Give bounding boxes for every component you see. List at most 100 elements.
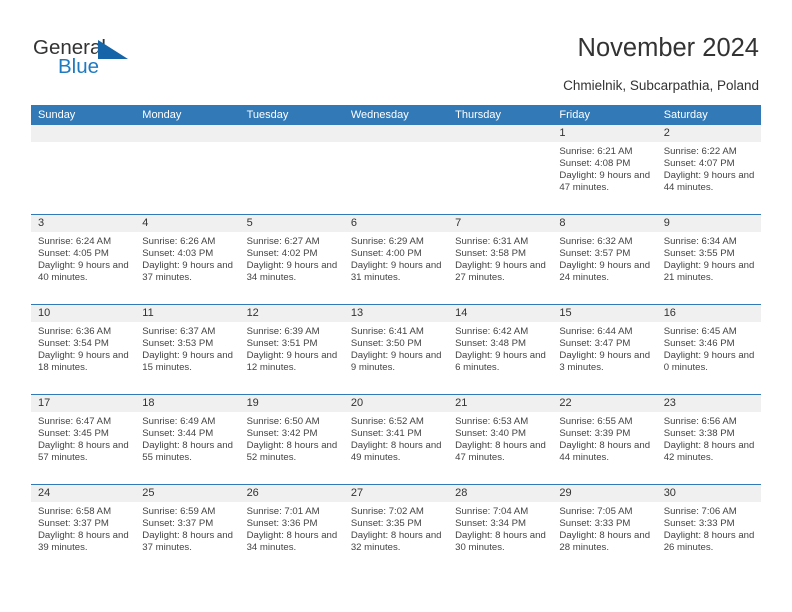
calendar-week-row: 10 Sunrise: 6:36 AM Sunset: 3:54 PM Dayligh… <box>31 304 761 394</box>
calendar-day-cell[interactable]: 21 Sunrise: 6:53 AM Sunset: 3:40 PM Dayligh… <box>448 395 553 484</box>
day-sun-details: Sunrise: 6:31 AM Sunset: 3:58 PM Daylight:… <box>448 232 552 284</box>
calendar-day-cell[interactable]: 13 Sunrise: 6:41 AM Sunset: 3:50 PM Dayligh… <box>343 305 449 394</box>
day-number: 2 <box>656 125 761 142</box>
page-subtitle-location: Chmielnik, Subcarpathia, Poland <box>563 78 759 93</box>
calendar-day-cell[interactable]: 7 Sunrise: 6:31 AM Sunset: 3:58 PM Daylight… <box>448 215 553 304</box>
calendar-day-cell[interactable]: 2 Sunrise: 6:22 AM Sunset: 4:07 PM Daylight… <box>656 125 761 214</box>
calendar-day-cell[interactable]: 8 Sunrise: 6:32 AM Sunset: 3:57 PM Daylight… <box>552 215 657 304</box>
daylight-text: Daylight: 9 hours and 40 minutes. <box>38 260 129 284</box>
calendar-day-cell[interactable]: 17 Sunrise: 6:47 AM Sunset: 3:45 PM Dayligh… <box>31 395 136 484</box>
sunrise-text: Sunrise: 6:41 AM <box>350 326 424 337</box>
calendar-day-cell[interactable]: 18 Sunrise: 6:49 AM Sunset: 3:44 PM Dayligh… <box>135 395 240 484</box>
weekday-wednesday: Wednesday <box>350 109 409 121</box>
calendar-page: General Blue November 2024 Chmielnik, Su… <box>0 0 792 612</box>
calendar-day-cell[interactable]: 26 Sunrise: 7:01 AM Sunset: 3:36 PM Dayligh… <box>239 485 344 574</box>
sunrise-text: Sunrise: 7:02 AM <box>350 506 424 517</box>
sunrise-text: Sunrise: 6:24 AM <box>38 236 112 247</box>
calendar-week-row: 17 Sunrise: 6:47 AM Sunset: 3:45 PM Dayligh… <box>31 394 761 484</box>
day-sun-details: Sunrise: 6:44 AM Sunset: 3:47 PM Daylight:… <box>552 322 656 374</box>
day-sun-details: Sunrise: 6:47 AM Sunset: 3:45 PM Daylight:… <box>31 412 135 464</box>
calendar-day-cell[interactable]: 11 Sunrise: 6:37 AM Sunset: 3:53 PM Dayligh… <box>135 305 240 394</box>
day-number: 19 <box>239 395 344 412</box>
calendar-day-cell[interactable]: 30 Sunrise: 7:06 AM Sunset: 3:33 PM Dayligh… <box>656 485 761 574</box>
day-number: 26 <box>239 485 344 502</box>
calendar-day-cell[interactable]: 16 Sunrise: 6:45 AM Sunset: 3:46 PM Dayligh… <box>656 305 761 394</box>
calendar-table: Sunday Monday Tuesday Wednesday Thursday… <box>31 105 761 574</box>
calendar-day-cell[interactable]: 27 Sunrise: 7:02 AM Sunset: 3:35 PM Dayligh… <box>343 485 449 574</box>
calendar-day-cell-empty <box>31 125 136 214</box>
calendar-day-cell[interactable]: 10 Sunrise: 6:36 AM Sunset: 3:54 PM Dayligh… <box>31 305 136 394</box>
calendar-week-row: 24 Sunrise: 6:58 AM Sunset: 3:37 PM Dayligh… <box>31 484 761 574</box>
calendar-day-cell[interactable]: 22 Sunrise: 6:55 AM Sunset: 3:39 PM Dayligh… <box>552 395 657 484</box>
sunrise-text: Sunrise: 6:50 AM <box>246 416 320 427</box>
sunset-text: Sunset: 3:41 PM <box>350 428 422 440</box>
day-sun-details: Sunrise: 6:37 AM Sunset: 3:53 PM Daylight:… <box>135 322 239 374</box>
sunset-text: Sunset: 3:55 PM <box>663 248 735 260</box>
calendar-day-cell[interactable]: 29 Sunrise: 7:05 AM Sunset: 3:33 PM Dayligh… <box>552 485 657 574</box>
day-number: 14 <box>448 305 553 322</box>
calendar-day-cell[interactable]: 5 Sunrise: 6:27 AM Sunset: 4:02 PM Daylight… <box>239 215 344 304</box>
sunrise-text: Sunrise: 6:58 AM <box>38 506 112 517</box>
daylight-text: Daylight: 9 hours and 27 minutes. <box>455 260 546 284</box>
day-number: 29 <box>552 485 657 502</box>
calendar-day-cell[interactable]: 1 Sunrise: 6:21 AM Sunset: 4:08 PM Daylight… <box>552 125 657 214</box>
calendar-day-cell[interactable]: 6 Sunrise: 6:29 AM Sunset: 4:00 PM Daylight… <box>343 215 449 304</box>
day-number: 20 <box>343 395 449 412</box>
sunrise-text: Sunrise: 6:55 AM <box>559 416 633 427</box>
daylight-text: Daylight: 9 hours and 9 minutes. <box>350 350 442 374</box>
day-number: 9 <box>656 215 761 232</box>
day-number: 25 <box>135 485 240 502</box>
calendar-day-cell[interactable]: 14 Sunrise: 6:42 AM Sunset: 3:48 PM Dayligh… <box>448 305 553 394</box>
sunrise-text: Sunrise: 6:34 AM <box>663 236 737 247</box>
calendar-day-cell[interactable]: 28 Sunrise: 7:04 AM Sunset: 3:34 PM Dayligh… <box>448 485 553 574</box>
logo-triangle-icon <box>98 40 128 59</box>
sunrise-text: Sunrise: 6:29 AM <box>350 236 424 247</box>
calendar-day-cell[interactable]: 19 Sunrise: 6:50 AM Sunset: 3:42 PM Dayligh… <box>239 395 344 484</box>
sunset-text: Sunset: 4:00 PM <box>350 248 422 260</box>
day-number: 27 <box>343 485 449 502</box>
day-sun-details: Sunrise: 6:36 AM Sunset: 3:54 PM Daylight:… <box>31 322 135 374</box>
day-sun-details: Sunrise: 6:22 AM Sunset: 4:07 PM Daylight:… <box>657 142 761 194</box>
day-sun-details: Sunrise: 6:55 AM Sunset: 3:39 PM Daylight:… <box>552 412 656 464</box>
sunset-text: Sunset: 3:42 PM <box>246 428 318 440</box>
calendar-day-cell[interactable]: 25 Sunrise: 6:59 AM Sunset: 3:37 PM Dayligh… <box>135 485 240 574</box>
sunset-text: Sunset: 3:33 PM <box>663 518 735 530</box>
sunrise-text: Sunrise: 7:04 AM <box>455 506 529 517</box>
day-sun-details: Sunrise: 6:26 AM Sunset: 4:03 PM Daylight:… <box>135 232 239 284</box>
sunset-text: Sunset: 3:39 PM <box>559 428 631 440</box>
day-sun-details: Sunrise: 6:41 AM Sunset: 3:50 PM Daylight:… <box>344 322 448 374</box>
day-number: 12 <box>239 305 344 322</box>
day-number: 21 <box>448 395 553 412</box>
sunset-text: Sunset: 3:53 PM <box>142 338 214 350</box>
sunrise-text: Sunrise: 6:36 AM <box>38 326 112 337</box>
weekday-tuesday: Tuesday <box>246 109 289 121</box>
day-sun-details: Sunrise: 6:45 AM Sunset: 3:46 PM Daylight:… <box>657 322 761 374</box>
daylight-text: Daylight: 8 hours and 52 minutes. <box>246 440 338 464</box>
calendar-day-cell[interactable]: 3 Sunrise: 6:24 AM Sunset: 4:05 PM Daylight… <box>31 215 136 304</box>
day-number <box>31 125 136 142</box>
weekday-monday: Monday <box>142 109 182 121</box>
daylight-text: Daylight: 9 hours and 0 minutes. <box>663 350 755 374</box>
calendar-day-cell[interactable]: 20 Sunrise: 6:52 AM Sunset: 3:41 PM Dayligh… <box>343 395 449 484</box>
calendar-day-cell[interactable]: 4 Sunrise: 6:26 AM Sunset: 4:03 PM Daylight… <box>135 215 240 304</box>
day-number: 6 <box>343 215 449 232</box>
day-number: 8 <box>552 215 657 232</box>
day-sun-details: Sunrise: 6:42 AM Sunset: 3:48 PM Daylight:… <box>448 322 552 374</box>
sunrise-text: Sunrise: 7:01 AM <box>246 506 320 517</box>
calendar-day-cell-empty <box>448 125 553 214</box>
calendar-day-cell[interactable]: 23 Sunrise: 6:56 AM Sunset: 3:38 PM Dayligh… <box>656 395 761 484</box>
generalblue-logo[interactable]: General Blue <box>33 37 213 85</box>
day-number: 24 <box>31 485 136 502</box>
calendar-day-cell[interactable]: 9 Sunrise: 6:34 AM Sunset: 3:55 PM Daylight… <box>656 215 761 304</box>
day-number: 5 <box>239 215 344 232</box>
calendar-day-cell[interactable]: 15 Sunrise: 6:44 AM Sunset: 3:47 PM Dayligh… <box>552 305 657 394</box>
sunset-text: Sunset: 3:45 PM <box>38 428 109 440</box>
sunset-text: Sunset: 3:47 PM <box>559 338 631 350</box>
day-number: 1 <box>552 125 657 142</box>
calendar-week-row: 3 Sunrise: 6:24 AM Sunset: 4:05 PM Daylight… <box>31 214 761 304</box>
calendar-day-cell[interactable]: 24 Sunrise: 6:58 AM Sunset: 3:37 PM Dayligh… <box>31 485 136 574</box>
sunset-text: Sunset: 3:54 PM <box>38 338 109 350</box>
sunrise-text: Sunrise: 7:05 AM <box>559 506 633 517</box>
sunset-text: Sunset: 3:48 PM <box>455 338 527 350</box>
calendar-day-cell[interactable]: 12 Sunrise: 6:39 AM Sunset: 3:51 PM Dayligh… <box>239 305 344 394</box>
